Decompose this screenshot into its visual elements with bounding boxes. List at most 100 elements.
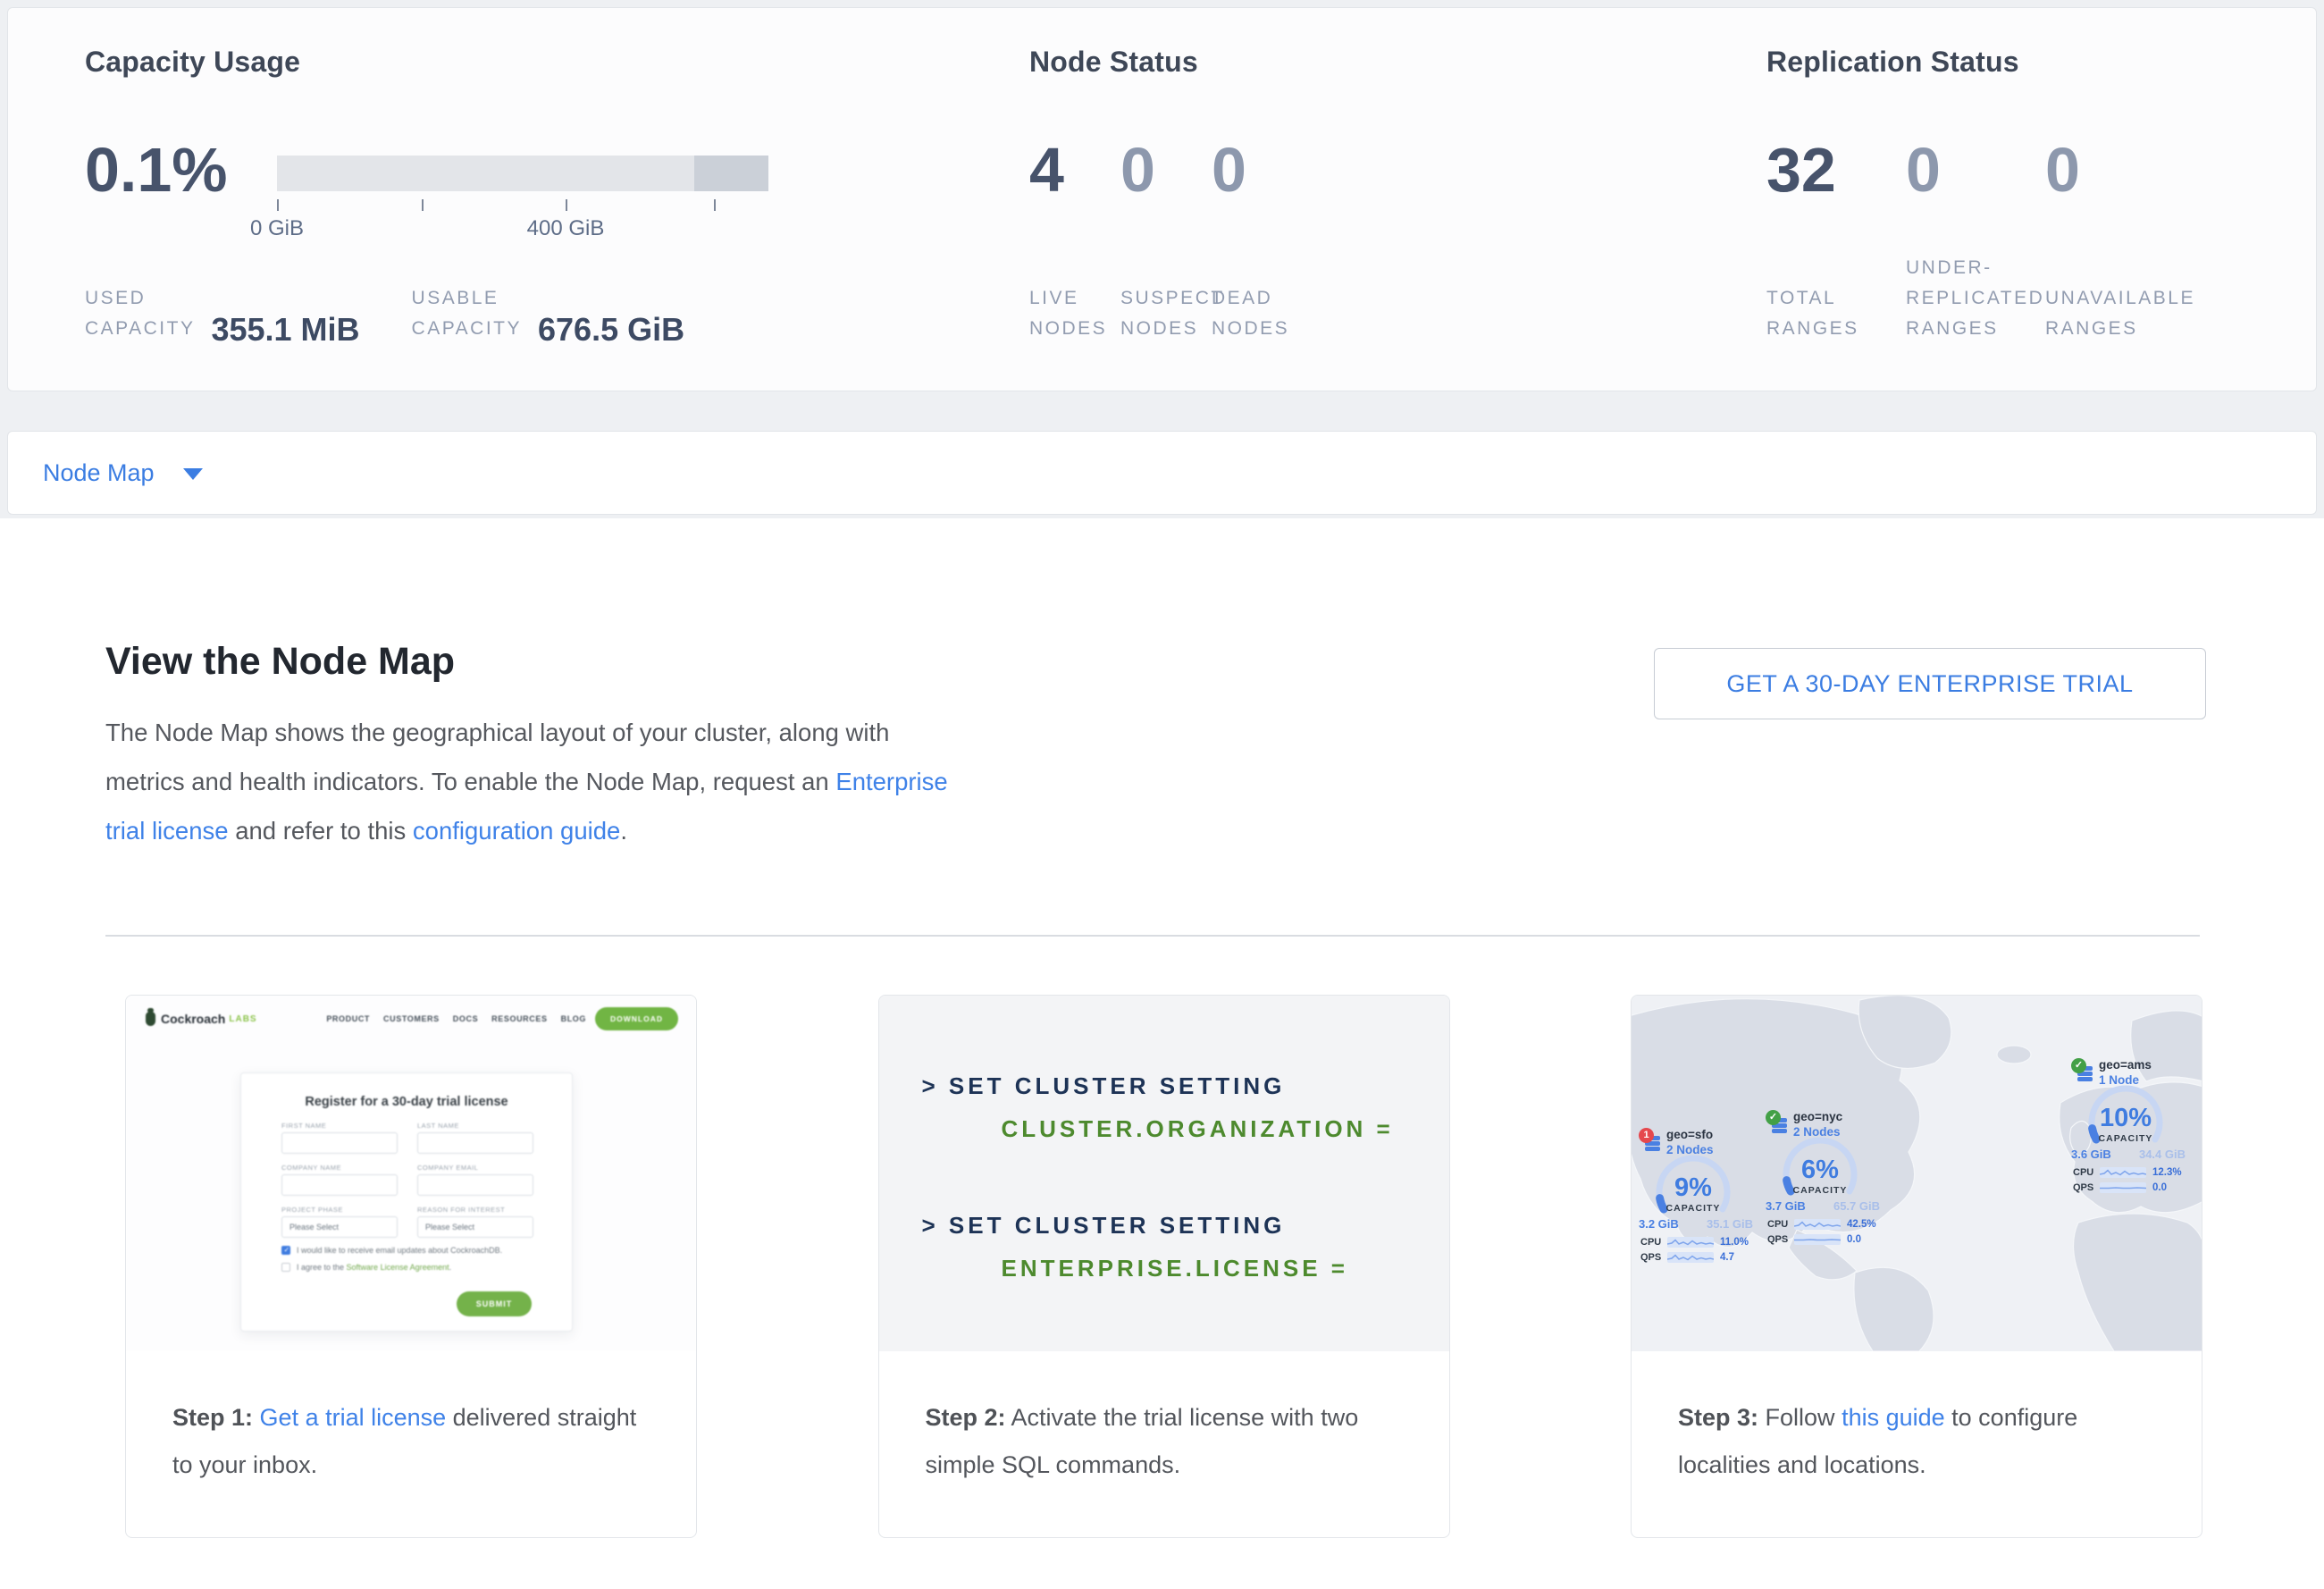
mini-input (281, 1132, 398, 1154)
caption-text (253, 1404, 260, 1431)
metric-value-column: 0 (1212, 139, 1303, 201)
axis-tick-label: 400 GiB (527, 216, 605, 241)
node-map-placeholder-content: View the Node Map The Node Map shows the… (0, 518, 2324, 1589)
metric-value-column: 0 (1120, 139, 1212, 201)
form-field-label: PROJECT PHASE (281, 1206, 398, 1214)
checkbox-text-part: . (449, 1263, 452, 1272)
mini-input (417, 1132, 533, 1154)
cluster-overview-page: Capacity Usage 0.1% 0 GiB400 GiB USEDCAP… (0, 0, 2324, 1589)
mini-nav-item: BLOG (561, 1014, 586, 1023)
step2-sql-commands: > SET CLUSTER SETTING CLUSTER.ORGANIZATIO… (879, 996, 1449, 1351)
capacity-bar-usable-segment (277, 156, 694, 191)
capacity-metric-label: USABLECAPACITY (412, 283, 522, 344)
svg-text:6%: 6% (1801, 1156, 1839, 1184)
replication-status-labels: TOTALRANGESUNDER-REPLICATEDRANGESUNAVAIL… (1766, 253, 2185, 344)
capacity-gauge: 10%CAPACITY (2076, 1081, 2175, 1153)
checkbox-text-part: I agree to the (297, 1263, 347, 1272)
enterprise-trial-button[interactable]: GET A 30-DAY ENTERPRISE TRIAL (1654, 648, 2206, 719)
cpu-stat-row: CPU12.3% (2073, 1167, 2189, 1178)
step1-card: Cockroach LABS PRODUCTCUSTOMERSDOCSRESOU… (125, 995, 697, 1538)
sql-setting-name: CLUSTER.ORGANIZATION = (1002, 1115, 1394, 1143)
node-map-description: The Node Map shows the geographical layo… (105, 708, 972, 855)
form-field: FIRST NAME (281, 1122, 398, 1154)
capacity-total-value: 34.4 GiB (2139, 1148, 2186, 1161)
capacity-metrics: USEDCAPACITY355.1 MiBUSABLECAPACITY676.5… (85, 283, 736, 344)
qps-label: QPS (2073, 1182, 2100, 1193)
qps-stat-row: QPS0.0 (2073, 1182, 2189, 1193)
qps-value: 4.7 (1720, 1252, 1734, 1263)
status-error-icon: 1 (1639, 1128, 1654, 1143)
mini-site-header: Cockroach LABS PRODUCTCUSTOMERSDOCSRESOU… (126, 996, 696, 1042)
sparkline-chart (1794, 1219, 1841, 1230)
svg-text:9%: 9% (1674, 1173, 1712, 1202)
capacity-total-value: 35.1 GiB (1707, 1217, 1753, 1231)
caption-step-label: Step 3: (1678, 1404, 1758, 1431)
inline-link[interactable]: this guide (1842, 1404, 1945, 1431)
metric-value: 4 (1029, 135, 1064, 205)
svg-text:CAPACITY: CAPACITY (2099, 1133, 2153, 1144)
setup-steps-row: Cockroach LABS PRODUCTCUSTOMERSDOCSRESOU… (125, 995, 2202, 1538)
axis-tick (566, 199, 567, 211)
svg-text:10%: 10% (2100, 1104, 2152, 1132)
qps-label: QPS (1767, 1234, 1794, 1245)
section-divider (105, 935, 2200, 937)
sql-command-line: > SET CLUSTER SETTING (922, 1072, 1286, 1100)
mini-nav-item: CUSTOMERS (383, 1014, 440, 1023)
capacity-metric-value: 355.1 MiB (211, 314, 359, 346)
capacity-metric: USABLECAPACITY676.5 GiB (412, 283, 737, 344)
cpu-label: CPU (1640, 1237, 1667, 1248)
capacity-percent-row: 0.1% (85, 139, 228, 201)
capacity-bar-chart: 0 GiB400 GiB (277, 156, 768, 191)
form-field-label: LAST NAME (417, 1122, 533, 1130)
capacity-total-value: 65.7 GiB (1833, 1199, 1880, 1213)
mini-license-link: Software License Agreement (347, 1263, 449, 1272)
status-ok-icon: ✓ (1766, 1110, 1781, 1125)
capacity-usage-title: Capacity Usage (85, 46, 300, 79)
step2-card: > SET CLUSTER SETTING CLUSTER.ORGANIZATIO… (878, 995, 1450, 1538)
caption-text: The Node Map shows the geographical layo… (105, 719, 889, 795)
mini-site-nav: PRODUCTCUSTOMERSDOCSRESOURCESBLOG (326, 1014, 586, 1023)
metric-value: 0 (1212, 135, 1246, 205)
inline-link[interactable]: configuration guide (413, 817, 620, 845)
cockroach-logo-icon (146, 1012, 155, 1026)
step3-node-map-preview: 1geo=sfo2 Nodes9%CAPACITY3.2 GiB35.1 GiB… (1632, 996, 2202, 1351)
cpu-label: CPU (1767, 1219, 1794, 1230)
caption-text: and refer to this (229, 817, 413, 845)
step2-caption: Step 2: Activate the trial license with … (879, 1351, 1449, 1489)
replication-status-section: Replication Status 3200 TOTALRANGESUNDER… (1766, 8, 2303, 391)
view-selector-dropdown[interactable]: Node Map (7, 431, 2317, 515)
capacity-range: 3.2 GiB 35.1 GiB (1639, 1217, 1753, 1231)
capacity-gauge: 9%CAPACITY (1644, 1151, 1742, 1223)
caret-down-icon (183, 468, 203, 480)
capacity-range: 3.7 GiB 65.7 GiB (1766, 1199, 1880, 1213)
form-field-label: COMPANY EMAIL (417, 1164, 533, 1172)
axis-tick (714, 199, 716, 211)
capacity-usage-section: Capacity Usage 0.1% 0 GiB400 GiB USEDCAP… (85, 8, 978, 391)
brand-suffix: LABS (229, 1014, 256, 1024)
form-fields: FIRST NAMELAST NAMECOMPANY NAMECOMPANY E… (241, 1109, 572, 1238)
inline-link[interactable]: Get a trial license (260, 1404, 447, 1431)
caption-step-label: Step 1: (172, 1404, 253, 1431)
sparkline-chart (1667, 1237, 1714, 1248)
sparkline-chart (2100, 1182, 2146, 1193)
metric-label: SUSPECTNODES (1120, 283, 1212, 344)
locality-name: geo=sfo (1666, 1128, 1713, 1141)
metric-value-column: 4 (1029, 139, 1120, 201)
capacity-bar (277, 156, 768, 191)
metric-label: TOTALRANGES (1766, 283, 1906, 344)
axis-tick-label: 0 GiB (250, 216, 304, 241)
axis-tick (422, 199, 424, 211)
form-title: Register for a 30-day trial license (241, 1095, 572, 1109)
capacity-used-value: 3.2 GiB (1639, 1217, 1679, 1231)
metric-value: 0 (1906, 135, 1941, 205)
step1-caption: Step 1: Get a trial license delivered st… (126, 1351, 696, 1489)
checkbox-text: I agree to the Software License Agreemen… (297, 1263, 451, 1272)
capacity-used-value: 3.7 GiB (1766, 1199, 1806, 1213)
mini-submit-button: SUBMIT (457, 1291, 532, 1316)
node-status-values: 400 (1029, 139, 1303, 201)
axis-tick (277, 199, 279, 211)
form-field: REASON FOR INTERESTPlease Select (417, 1206, 533, 1238)
metric-value-column: 0 (2045, 139, 2185, 201)
sparkline-chart (2100, 1167, 2146, 1178)
capacity-used-value: 3.6 GiB (2071, 1148, 2111, 1161)
